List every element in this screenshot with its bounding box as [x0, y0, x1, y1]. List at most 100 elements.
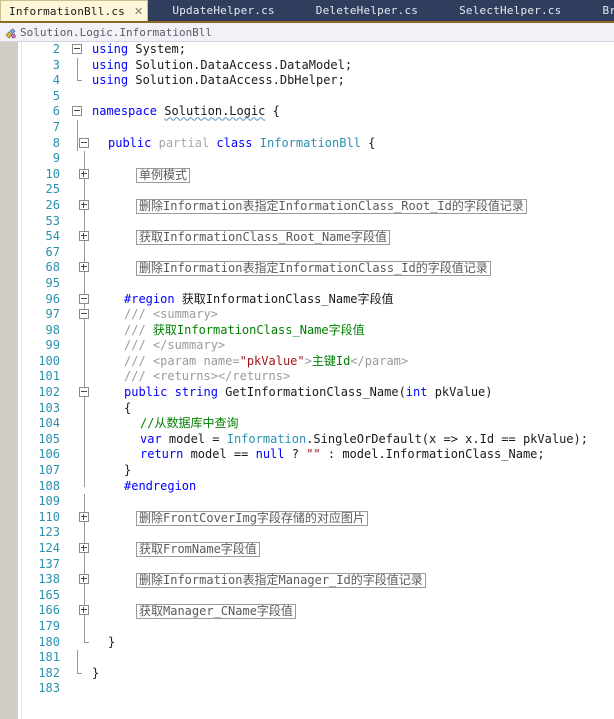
code-token: 获取InformationClass_Name字段值 — [152, 322, 365, 337]
code-line[interactable]: 4 using Solution.DataAccess.DbHelper; — [0, 73, 614, 89]
code-line[interactable]: 10 单例模式 — [0, 166, 614, 183]
code-text: using System; — [92, 42, 186, 58]
expand-region-icon[interactable] — [79, 168, 89, 179]
collapsed-region-box[interactable]: 获取FromName字段值 — [136, 542, 260, 557]
outline-guide — [84, 463, 85, 479]
line-number: 26 — [45, 197, 60, 212]
code-text: } — [108, 635, 115, 651]
code-line[interactable]: 109 — [0, 494, 614, 510]
code-line[interactable]: 180} — [0, 634, 614, 651]
collapsed-region-box[interactable]: 获取Manager_CName字段值 — [136, 604, 296, 620]
expand-region-icon[interactable] — [79, 574, 89, 585]
code-line[interactable]: 124 获取FromName字段值 — [0, 541, 614, 557]
code-line[interactable]: 7 — [0, 119, 614, 136]
code-line[interactable]: 101 /// <returns></returns> — [0, 369, 614, 386]
code-line[interactable]: 166 获取Manager_CName字段值 — [0, 603, 614, 620]
code-line[interactable]: 138 删除Information表指定Manager_Id的字段值记录 — [0, 572, 614, 589]
code-line[interactable]: 100 /// <param name="pkValue">主键Id</param… — [0, 353, 614, 370]
code-line[interactable]: 110 删除FrontCoverImg字段存储的对应图片 — [0, 509, 614, 526]
code-line[interactable]: 6 namespace Solution.Logic { — [0, 104, 614, 120]
editor-tab-deletehelper-cs[interactable]: DeleteHelper.cs — [308, 0, 425, 21]
code-token: model = — [161, 431, 227, 446]
code-text: /// <returns></returns> — [124, 369, 290, 385]
collapsed-region-box[interactable]: 获取InformationClass_Root_Name字段值 — [136, 230, 390, 246]
code-line[interactable]: 165 — [0, 587, 614, 604]
editor-tab-informationbll-cs[interactable]: InformationBll.cs ✕ — [0, 0, 149, 21]
code-line[interactable]: 179 — [0, 618, 614, 635]
code-text-area[interactable]: 2 using System; 3 using Solution.DataAccess… — [0, 42, 614, 719]
collapse-region-icon[interactable] — [79, 387, 89, 398]
code-line[interactable]: 182} — [0, 665, 614, 682]
collapse-region-icon[interactable] — [72, 44, 82, 54]
code-line[interactable]: 68 删除Information表指定InformationClass_Id的字段… — [0, 260, 614, 277]
editor-tab-updatehelper-cs[interactable]: UpdateHelper.cs — [164, 0, 281, 21]
code-line[interactable]: 2 using System; — [0, 42, 614, 58]
code-line[interactable]: 97 /// <summary> — [0, 307, 614, 323]
code-line[interactable]: 102 public string GetInformationClass_Nam… — [0, 385, 614, 401]
code-line[interactable]: 53 — [0, 213, 614, 230]
code-line[interactable]: 96 #region 获取InformationClass_Name字段值 — [0, 291, 614, 308]
code-token: <summary> — [152, 307, 218, 322]
code-token: /// — [124, 353, 153, 368]
code-text: #endregion — [124, 479, 196, 495]
line-number: 165 — [38, 587, 60, 602]
code-line[interactable]: 25 — [0, 182, 614, 198]
code-line[interactable]: 123 — [0, 525, 614, 541]
collapse-region-icon[interactable] — [79, 309, 89, 320]
breadcrumb-bar[interactable]: Solution.Logic.InformationBll — [0, 23, 614, 42]
collapse-region-icon[interactable] — [79, 137, 89, 148]
code-editor[interactable]: 2 using System; 3 using Solution.DataAccess… — [0, 42, 614, 719]
code-token: null — [255, 447, 285, 462]
code-line[interactable]: 105 var model = Information.SingleOrDefau… — [0, 431, 614, 448]
code-token: <returns></returns> — [152, 369, 291, 384]
code-line[interactable]: 137 — [0, 556, 614, 573]
collapsed-region-box[interactable]: 删除Information表指定Manager_Id的字段值记录 — [136, 573, 426, 589]
code-line[interactable]: 99 /// </summary> — [0, 338, 614, 354]
code-line[interactable]: 26 删除Information表指定InformationClass_Root_… — [0, 197, 614, 214]
line-number: 25 — [45, 182, 60, 197]
collapse-region-icon[interactable] — [72, 106, 82, 117]
collapse-region-icon[interactable] — [79, 293, 89, 304]
expand-region-icon[interactable] — [79, 231, 89, 242]
code-line[interactable]: 104 //从数据库中查询 — [0, 416, 614, 432]
code-line[interactable]: 3 using Solution.DataAccess.DataModel; — [0, 57, 614, 74]
code-token: System; — [128, 42, 186, 56]
collapsed-region-box[interactable]: 删除FrontCoverImg字段存储的对应图片 — [136, 510, 368, 526]
expand-region-icon[interactable] — [79, 543, 89, 553]
code-line[interactable]: 54 获取InformationClass_Root_Name字段值 — [0, 229, 614, 246]
code-line[interactable]: 5 — [0, 89, 614, 105]
code-text: using Solution.DataAccess.DataModel; — [92, 58, 352, 74]
code-line[interactable]: 108 #endregion — [0, 478, 614, 495]
code-line[interactable]: 9 — [0, 151, 614, 167]
expand-region-icon[interactable] — [79, 262, 89, 273]
code-line[interactable]: 183 — [0, 681, 614, 697]
code-line[interactable]: 107} — [0, 463, 614, 479]
expand-region-icon[interactable] — [79, 511, 89, 522]
outline-guide — [77, 57, 78, 74]
line-number: 100 — [38, 353, 60, 368]
collapsed-region-box[interactable]: 删除Information表指定InformationClass_Id的字段值记… — [136, 261, 491, 277]
outline-guide — [84, 322, 85, 339]
code-token: int — [405, 385, 428, 400]
editor-tab-branchbll-cs[interactable]: BranchBll.cs — [594, 0, 614, 21]
close-icon[interactable]: ✕ — [134, 6, 143, 17]
code-line[interactable]: 95 — [0, 275, 614, 292]
code-line[interactable]: 67 — [0, 244, 614, 261]
code-line[interactable]: 98 /// 获取InformationClass_Name字段值 — [0, 322, 614, 339]
code-text: /// <summary> — [124, 307, 218, 323]
breadcrumb-text: Solution.Logic.InformationBll — [20, 25, 213, 39]
expand-region-icon[interactable] — [79, 605, 89, 616]
line-number: 4 — [52, 73, 60, 88]
editor-tab-selecthelper-cs[interactable]: SelectHelper.cs — [451, 0, 568, 21]
collapsed-region-box[interactable]: 删除Information表指定InformationClass_Root_Id… — [136, 198, 527, 214]
code-line[interactable]: 181 — [0, 650, 614, 666]
editor-tab-strip[interactable]: InformationBll.cs ✕ UpdateHelper.cs DeleteH… — [0, 0, 614, 23]
code-line[interactable]: 103 { — [0, 400, 614, 417]
code-text: using Solution.DataAccess.DbHelper; — [92, 73, 345, 89]
code-line[interactable]: 8 public partial class InformationBll { — [0, 135, 614, 152]
code-line[interactable]: 106 return model == null ? "" : model.Inf… — [0, 447, 614, 464]
code-token: /// — [124, 322, 153, 337]
collapsed-region-box[interactable]: 单例模式 — [136, 167, 191, 183]
line-number: 97 — [45, 307, 60, 322]
expand-region-icon[interactable] — [79, 199, 89, 210]
